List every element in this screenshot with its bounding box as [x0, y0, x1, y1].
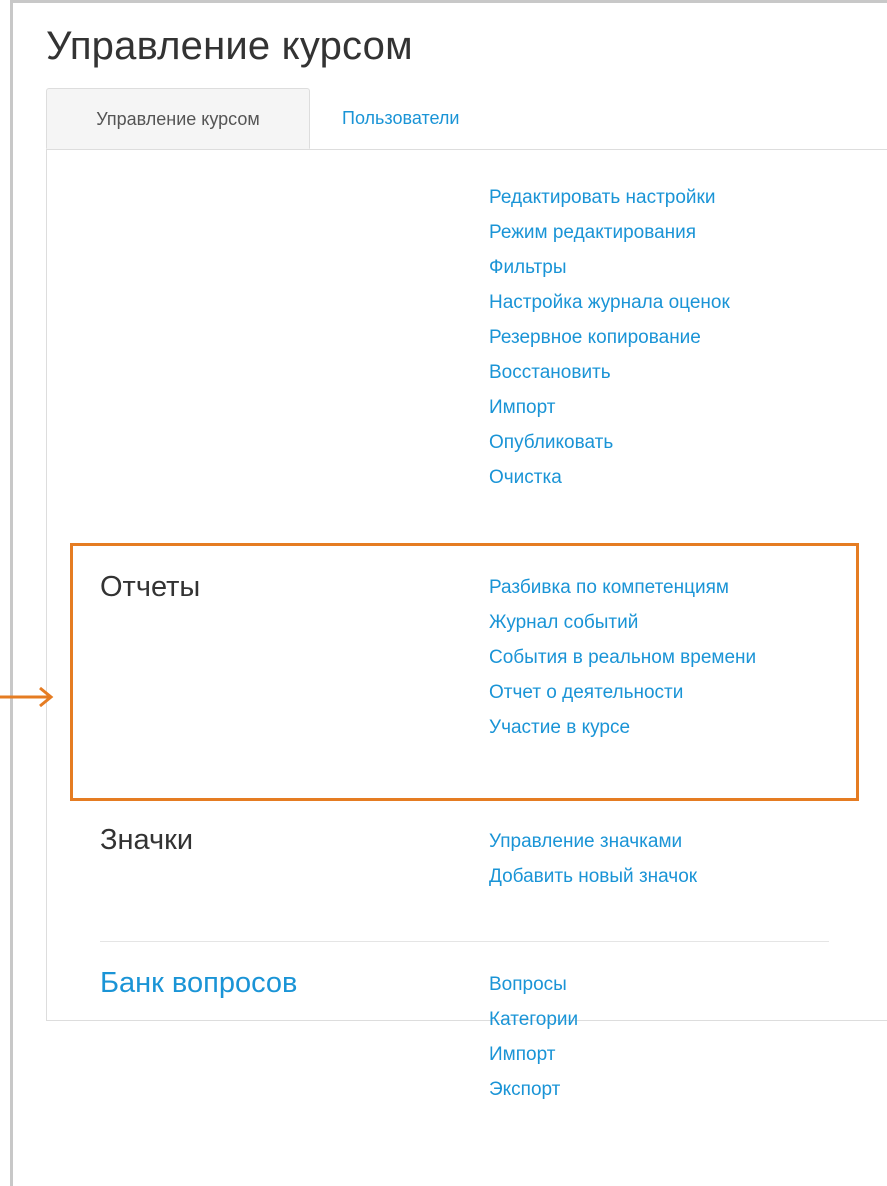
link-edit-settings[interactable]: Редактировать настройки [489, 180, 730, 215]
link-add-badge[interactable]: Добавить новый значок [489, 859, 697, 894]
link-gradebook-setup[interactable]: Настройка журнала оценок [489, 285, 730, 320]
badges-links: Управление значками Добавить новый значо… [489, 824, 697, 894]
page-title: Управление курсом [46, 24, 413, 68]
section-title-badges: Значки [100, 824, 194, 856]
link-import[interactable]: Импорт [489, 390, 730, 425]
section-divider [100, 941, 829, 942]
link-editing-mode[interactable]: Режим редактирования [489, 215, 730, 250]
tab-users[interactable]: Пользователи [342, 88, 459, 148]
question-bank-links: Вопросы Категории Импорт Экспорт [489, 967, 578, 1107]
link-questions[interactable]: Вопросы [489, 967, 578, 1002]
tab-bar: Управление курсом Пользователи [46, 88, 887, 150]
arrow-right-icon [0, 686, 54, 708]
reports-highlight-box [70, 543, 859, 801]
section-title-question-bank[interactable]: Банк вопросов [100, 967, 297, 1000]
link-categories[interactable]: Категории [489, 1002, 578, 1037]
course-settings-links: Редактировать настройки Режим редактиров… [489, 180, 730, 495]
link-filters[interactable]: Фильтры [489, 250, 730, 285]
link-backup[interactable]: Резервное копирование [489, 320, 730, 355]
link-restore[interactable]: Восстановить [489, 355, 730, 390]
link-publish[interactable]: Опубликовать [489, 425, 730, 460]
link-manage-badges[interactable]: Управление значками [489, 824, 697, 859]
link-question-export[interactable]: Экспорт [489, 1072, 578, 1107]
link-question-import[interactable]: Импорт [489, 1037, 578, 1072]
link-reset[interactable]: Очистка [489, 460, 730, 495]
tab-course-management[interactable]: Управление курсом [46, 88, 310, 149]
